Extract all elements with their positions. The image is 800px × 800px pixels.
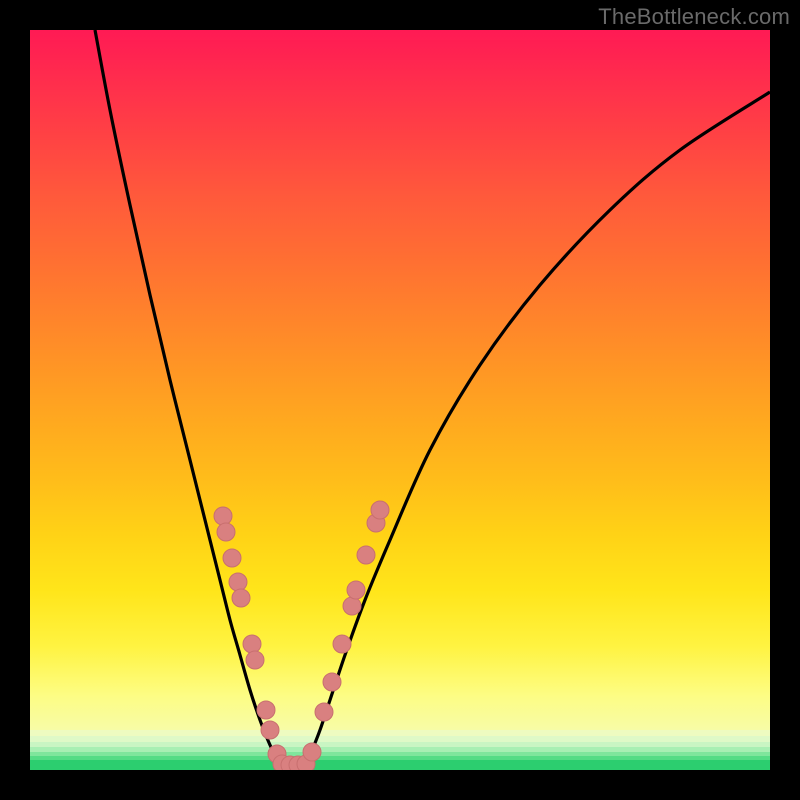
marker-dot <box>323 673 341 691</box>
marker-dot <box>261 721 279 739</box>
marker-group <box>214 501 389 770</box>
marker-dot <box>223 549 241 567</box>
plot-area <box>30 30 770 770</box>
markers-layer <box>30 30 770 770</box>
marker-dot <box>357 546 375 564</box>
marker-dot <box>347 581 365 599</box>
marker-dot <box>214 507 232 525</box>
watermark-text: TheBottleneck.com <box>598 4 790 30</box>
chart-frame: TheBottleneck.com <box>0 0 800 800</box>
marker-dot <box>217 523 235 541</box>
marker-dot <box>343 597 361 615</box>
marker-dot <box>232 589 250 607</box>
marker-dot <box>246 651 264 669</box>
marker-dot <box>371 501 389 519</box>
marker-dot <box>229 573 247 591</box>
marker-dot <box>257 701 275 719</box>
marker-dot <box>243 635 261 653</box>
marker-dot <box>303 743 321 761</box>
marker-dot <box>333 635 351 653</box>
marker-dot <box>315 703 333 721</box>
